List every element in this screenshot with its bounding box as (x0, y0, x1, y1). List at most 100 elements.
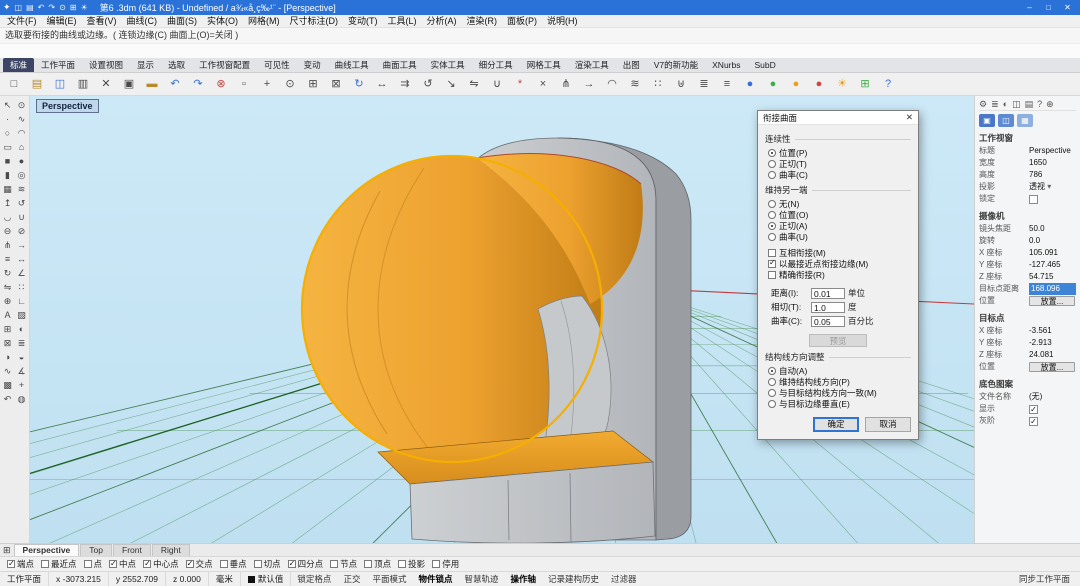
match-checkbox[interactable]: 精确衔接(R) (768, 269, 911, 280)
rectangle-icon[interactable]: ▭ (1, 140, 15, 154)
layer-icon[interactable]: ≣ (15, 336, 29, 350)
toolbar-tab[interactable]: 曲面工具 (376, 58, 424, 72)
menu-item[interactable]: 曲线(C) (122, 15, 163, 28)
menu-item[interactable]: 编辑(E) (42, 15, 82, 28)
grid-icon[interactable]: ⊞ (854, 74, 876, 94)
osnap-item[interactable]: 垂点 (220, 558, 247, 570)
zoom-extents-icon[interactable]: ⊠ (325, 74, 347, 94)
toolbar-tab[interactable]: 标准 (3, 58, 34, 72)
toolbar-tab[interactable]: 显示 (130, 58, 161, 72)
maximize-button[interactable]: □ (1039, 0, 1058, 15)
copy-object-icon[interactable]: ⇉ (394, 74, 416, 94)
osnap-icon[interactable]: ⊙ (15, 98, 29, 112)
menu-item[interactable]: 说明(H) (542, 15, 583, 28)
status-toggle[interactable]: 物件锁点 (412, 573, 458, 585)
status-toggle[interactable]: 智慧轨迹 (458, 573, 504, 585)
save-file-icon[interactable]: ◫ (49, 74, 71, 94)
display-icon[interactable]: ◐ (1003, 98, 1008, 111)
isocurve-radio[interactable]: 自动(A) (768, 365, 911, 376)
menu-item[interactable]: 网格(M) (243, 15, 285, 28)
properties-icon[interactable]: ≡ (716, 74, 738, 94)
properties-gear-icon[interactable]: ⚙ (979, 98, 987, 111)
wallpaper-settings-icon[interactable]: ▦ (1017, 114, 1033, 127)
select-all-icon[interactable]: ▫ (233, 74, 255, 94)
delete-icon[interactable]: ⊗ (210, 74, 232, 94)
osnap-item[interactable]: 中点 (109, 558, 136, 570)
sun-icon[interactable]: ☀ (831, 74, 853, 94)
panel-value[interactable] (1029, 417, 1038, 426)
cplane-button[interactable]: 工作平面 (0, 572, 49, 586)
boolean-diff-icon[interactable]: ⊖ (1, 224, 15, 238)
viewport-tab[interactable]: Right (152, 544, 190, 556)
viewport-settings-icon[interactable]: ▣ (979, 114, 995, 127)
add-panel-icon[interactable]: ⊕ (1046, 98, 1054, 111)
offset-icon[interactable]: ≋ (624, 74, 646, 94)
extend-icon[interactable]: → (578, 74, 600, 94)
menu-item[interactable]: 实体(O) (202, 15, 243, 28)
toolbar-tab[interactable]: 网格工具 (520, 58, 568, 72)
select-icon[interactable]: ↖ (1, 98, 15, 112)
trim-icon[interactable]: × (532, 74, 554, 94)
rendering-icon[interactable]: ▤ (1025, 98, 1034, 111)
materials-icon[interactable]: ◫ (1012, 98, 1021, 111)
open-icon[interactable]: ▤ (26, 0, 34, 15)
toolbar-tab[interactable]: 细分工具 (472, 58, 520, 72)
extrude-icon[interactable]: ↥ (1, 196, 15, 210)
scale-icon[interactable]: ∠ (15, 266, 29, 280)
status-toggle[interactable]: 平面模式 (366, 573, 412, 585)
osnap-item[interactable]: 切点 (254, 558, 281, 570)
group-icon[interactable]: ⊕ (1, 294, 15, 308)
mirror-icon[interactable]: ⇋ (1, 280, 15, 294)
osnap-item[interactable]: 节点 (330, 558, 357, 570)
polygon-icon[interactable]: ⌂ (15, 140, 29, 154)
viewport-tab[interactable]: Front (113, 544, 151, 556)
toolbar-tab[interactable]: 选取 (161, 58, 192, 72)
menu-item[interactable]: 尺寸标注(D) (285, 15, 344, 28)
render-icon[interactable]: ☀ (80, 0, 87, 15)
help-icon[interactable]: ? (877, 74, 899, 94)
viewport-tab[interactable]: Top (80, 544, 112, 556)
print-icon[interactable]: ▥ (72, 74, 94, 94)
toolbar-tab[interactable]: 变动 (297, 58, 328, 72)
preview-button[interactable]: 预览 (809, 334, 867, 347)
plane-icon[interactable]: ▦ (1, 182, 15, 196)
save-icon[interactable]: ◫ (15, 0, 23, 15)
viewport-label[interactable]: Perspective (36, 99, 99, 113)
hatch-icon[interactable]: ▨ (15, 308, 29, 322)
toolbar-tab[interactable]: 出图 (616, 58, 647, 72)
menu-item[interactable]: 分析(A) (422, 15, 462, 28)
visibility-icon[interactable]: ◐ (15, 322, 29, 336)
isocurve-radio[interactable]: 与目标结构线方向一致(M) (768, 387, 911, 398)
osnap-item[interactable]: 投影 (398, 558, 425, 570)
zoom-icon[interactable]: ⊙ (59, 0, 66, 15)
minimize-button[interactable]: – (1020, 0, 1039, 15)
fillet-icon[interactable]: ◠ (601, 74, 623, 94)
curve-icon[interactable]: ∿ (15, 112, 29, 126)
loft-icon[interactable]: ≋ (15, 182, 29, 196)
panel-value[interactable] (1029, 405, 1038, 414)
toolbar-tab[interactable]: XNurbs (705, 58, 747, 72)
array-icon[interactable]: ∷ (647, 74, 669, 94)
osnap-item[interactable]: 端点 (7, 558, 34, 570)
osnap-item[interactable]: 交点 (186, 558, 213, 570)
menu-item[interactable]: 曲面(S) (162, 15, 202, 28)
material-sphere-icon[interactable]: ● (739, 74, 761, 94)
undo-icon[interactable]: ↶ (38, 0, 45, 15)
revolve-icon[interactable]: ↺ (15, 196, 29, 210)
toolbar-tab[interactable]: 工作平面 (34, 58, 82, 72)
status-toggle[interactable]: 过滤器 (605, 573, 643, 585)
trim-icon[interactable]: ⊘ (15, 224, 29, 238)
panel-value[interactable]: 透视 (1029, 181, 1076, 193)
cplane-sync-label[interactable]: 同步工作平面 (1019, 573, 1080, 585)
split-icon[interactable]: ⋔ (555, 74, 577, 94)
group-icon[interactable]: ⊎ (670, 74, 692, 94)
panel-value[interactable]: 54.715 (1029, 271, 1076, 283)
panel-value[interactable]: 放置... (1029, 296, 1075, 306)
rotate-icon[interactable]: ↺ (417, 74, 439, 94)
join-icon[interactable]: ∪ (486, 74, 508, 94)
redo-icon[interactable]: ↷ (187, 74, 209, 94)
panel-value[interactable]: 168.096 (1029, 283, 1076, 295)
panel-value[interactable]: -127.465 (1029, 259, 1076, 271)
preserve-radio[interactable]: 无(N) (768, 198, 911, 209)
rotate-icon[interactable]: ↻ (1, 266, 15, 280)
